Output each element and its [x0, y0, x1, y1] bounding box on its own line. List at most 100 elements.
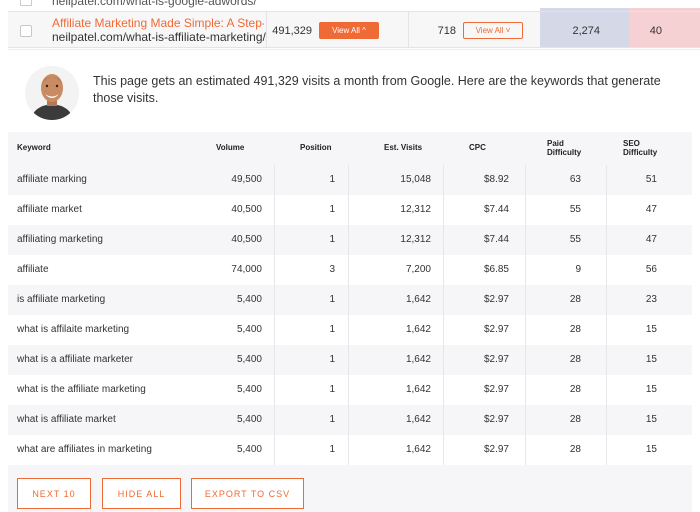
column-separator — [606, 285, 607, 315]
column-separator — [443, 255, 444, 285]
cell-seo-difficulty: 15 — [645, 414, 657, 425]
column-separator — [525, 225, 526, 255]
keyword-row: what is the affiliate marketing 5,400 1 1,6… — [8, 375, 692, 405]
cell-keyword: what is affiliate market — [17, 414, 116, 425]
column-separator — [348, 195, 349, 225]
column-separator — [274, 405, 275, 435]
column-separator — [525, 435, 526, 465]
cell-est-visits: 1,642 — [405, 384, 431, 395]
cell-est-visits: 7,200 — [405, 264, 431, 275]
column-separator — [443, 435, 444, 465]
cell-seo-difficulty: 47 — [645, 204, 657, 215]
cell-volume: 5,400 — [236, 384, 262, 395]
cell-est-visits: 1,642 — [405, 324, 431, 335]
cell-cpc: $2.97 — [483, 324, 509, 335]
column-separator — [443, 375, 444, 405]
column-separator — [525, 315, 526, 345]
page-title-link[interactable]: Affiliate Marketing Made Simple: A Step-… — [52, 16, 264, 30]
cell-keyword: what is a affiliate marketer — [17, 354, 133, 365]
cell-cpc: $2.97 — [483, 444, 509, 455]
cell-position: 1 — [329, 234, 335, 245]
cell-keyword: what are affiliates in marketing — [17, 444, 152, 455]
cell-seo-difficulty: 15 — [645, 444, 657, 455]
page-url: neilpatel.com/what-is-affiliate-marketin… — [52, 30, 266, 44]
column-separator — [348, 375, 349, 405]
column-separator — [274, 435, 275, 465]
avatar-portrait-icon — [25, 66, 79, 120]
column-separator — [274, 195, 275, 225]
header-keyword: Keyword — [17, 143, 51, 152]
cell-volume: 40,500 — [231, 234, 262, 245]
column-separator — [443, 405, 444, 435]
keyword-row: is affiliate marketing 5,400 1 1,642 $2.97 28… — [8, 285, 692, 315]
cell-cpc: $8.92 — [483, 174, 509, 185]
cell-position: 1 — [329, 324, 335, 335]
cell-position: 1 — [329, 384, 335, 395]
column-separator — [525, 165, 526, 195]
cell-seo-difficulty: 56 — [645, 264, 657, 275]
cell-seo-difficulty: 15 — [645, 384, 657, 395]
view-all-backlinks-button[interactable]: View All ˅ — [463, 22, 523, 39]
column-separator — [348, 225, 349, 255]
column-separator — [266, 11, 267, 48]
cell-est-visits: 1,642 — [405, 414, 431, 425]
column-separator — [348, 405, 349, 435]
column-separator — [443, 165, 444, 195]
column-separator — [606, 165, 607, 195]
hide-all-button[interactable]: HIDE ALL — [102, 478, 181, 509]
cell-paid-difficulty: 28 — [569, 384, 581, 395]
view-all-keywords-button[interactable]: View All ^ — [319, 22, 379, 39]
header-est-visits: Est. Visits — [384, 143, 423, 152]
cell-paid-difficulty: 28 — [569, 414, 581, 425]
column-separator — [274, 165, 275, 195]
header-paid-line1: Paid — [547, 139, 564, 148]
column-separator — [606, 435, 607, 465]
cell-keyword: affiliating marketing — [17, 234, 103, 245]
cell-paid-difficulty: 28 — [569, 444, 581, 455]
column-separator — [525, 285, 526, 315]
cell-paid-difficulty: 9 — [575, 264, 581, 275]
column-separator — [348, 435, 349, 465]
header-seo-line1: SEO — [623, 139, 640, 148]
keyword-row: what is affiliate market 5,400 1 1,642 $2.97… — [8, 405, 692, 435]
column-separator — [525, 255, 526, 285]
cell-cpc: $6.85 — [483, 264, 509, 275]
cell-keyword: what is affilaite marketing — [17, 324, 130, 335]
column-separator — [274, 345, 275, 375]
column-separator — [606, 255, 607, 285]
cell-volume: 5,400 — [236, 354, 262, 365]
cell-keyword: affiliate market — [17, 204, 82, 215]
column-separator — [348, 315, 349, 345]
header-cpc: CPC — [469, 143, 486, 152]
next-10-button[interactable]: NEXT 10 — [17, 478, 91, 509]
cell-position: 1 — [329, 294, 335, 305]
cell-position: 3 — [329, 264, 335, 275]
column-separator — [606, 225, 607, 255]
previous-row-url: neilpatel.com/what-is-google-adwords/ — [52, 0, 257, 8]
cell-volume: 74,000 — [231, 264, 262, 275]
cell-paid-difficulty: 28 — [569, 354, 581, 365]
cell-cpc: $7.44 — [483, 234, 509, 245]
column-separator — [606, 195, 607, 225]
column-separator — [348, 345, 349, 375]
header-position: Position — [300, 143, 332, 152]
cell-est-visits: 1,642 — [405, 294, 431, 305]
row-checkbox[interactable] — [20, 25, 32, 37]
export-csv-button[interactable]: EXPORT TO CSV — [191, 478, 304, 509]
keyword-row: what is affilaite marketing 5,400 1 1,642 $2… — [8, 315, 692, 345]
column-separator — [274, 225, 275, 255]
cell-est-visits: 1,642 — [405, 444, 431, 455]
cell-keyword: is affiliate marketing — [17, 294, 106, 305]
row-divider — [8, 47, 700, 48]
cell-position: 1 — [329, 414, 335, 425]
author-avatar — [25, 66, 79, 120]
row-checkbox[interactable] — [20, 0, 32, 6]
column-separator — [606, 315, 607, 345]
column-separator — [443, 315, 444, 345]
domain-score-value: 2,274 — [572, 25, 600, 37]
column-separator — [525, 195, 526, 225]
cell-keyword: affiliate marking — [17, 174, 87, 185]
header-seo-line2: Difficulty — [623, 148, 658, 157]
column-separator — [408, 11, 409, 48]
column-separator — [525, 375, 526, 405]
